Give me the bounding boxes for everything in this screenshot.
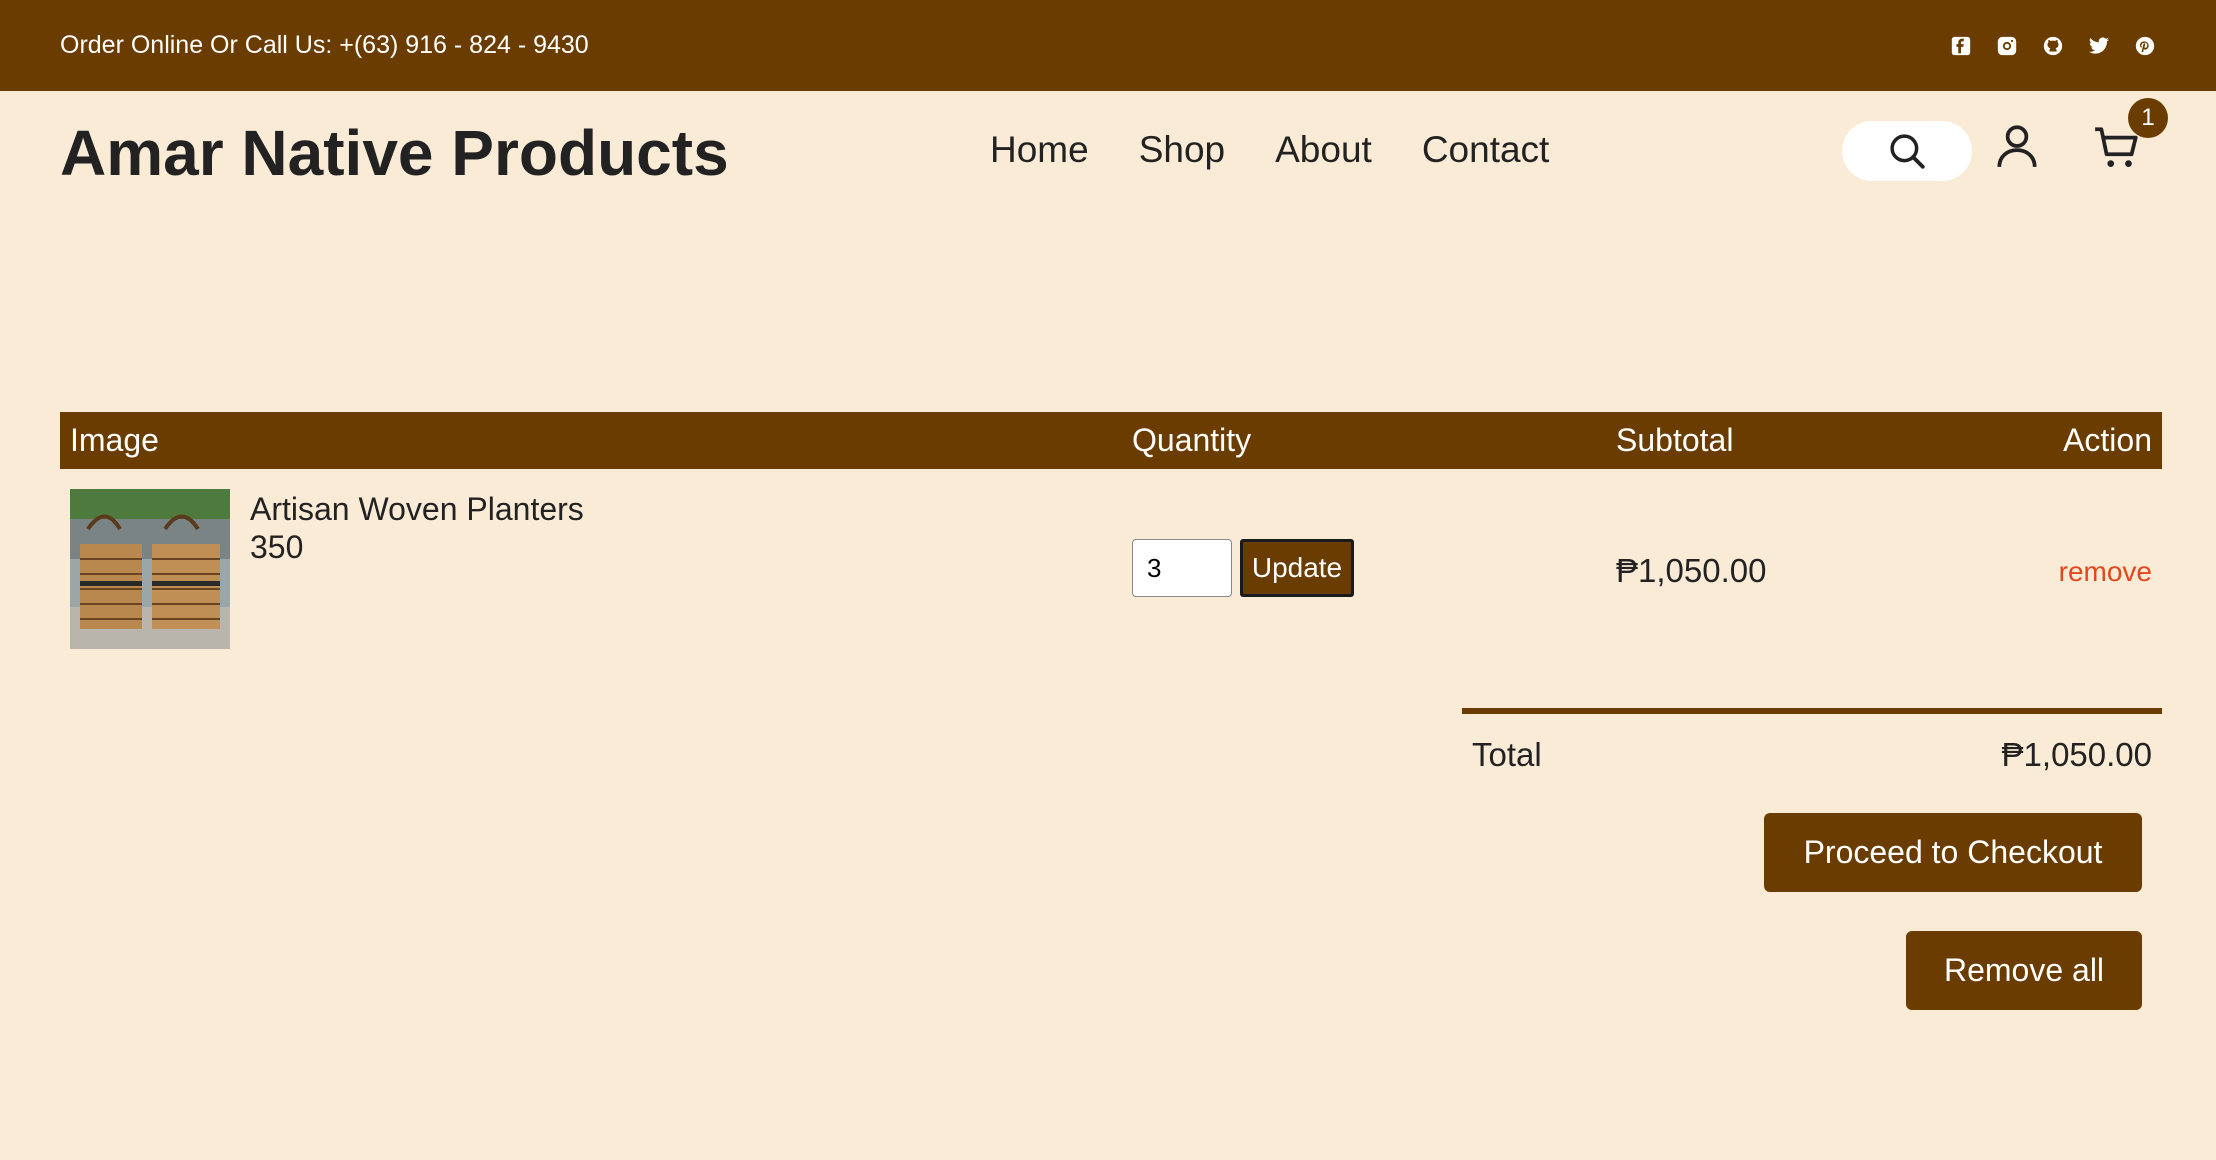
total-value: ₱1,050.00: [2001, 736, 2152, 773]
twitter-icon[interactable]: [2088, 35, 2110, 57]
update-button[interactable]: Update: [1240, 539, 1354, 597]
remove-item-link[interactable]: remove: [2059, 556, 2152, 588]
remove-all-button[interactable]: Remove all: [1906, 931, 2142, 1010]
item-subtotal: ₱1,050.00: [1616, 552, 1767, 589]
nav-contact[interactable]: Contact: [1422, 129, 1550, 171]
cart-count-badge: 1: [2128, 98, 2168, 138]
product-image: [70, 489, 230, 649]
facebook-icon[interactable]: [1950, 35, 1972, 57]
search-button[interactable]: [1842, 121, 1972, 181]
column-subtotal: Subtotal: [1616, 422, 1734, 458]
main-nav: Home Shop About Contact: [990, 129, 1549, 171]
top-bar: Order Online Or Call Us: +(63) 916 - 824…: [0, 0, 2216, 91]
site-header: Amar Native Products Home Shop About Con…: [0, 91, 2216, 211]
total-label: Total: [1472, 736, 1542, 773]
search-icon: [1890, 134, 1925, 169]
social-links: [1950, 35, 2156, 57]
pinterest-icon[interactable]: [2134, 35, 2156, 57]
column-action: Action: [2063, 422, 2152, 458]
column-image: Image: [70, 422, 159, 458]
quantity-input[interactable]: [1132, 539, 1232, 597]
table-row: Artisan Woven Planters 350 Update ₱1,050…: [60, 469, 2162, 659]
github-icon[interactable]: [2042, 35, 2064, 57]
site-logo[interactable]: Amar Native Products: [60, 116, 729, 190]
column-quantity: Quantity: [1132, 422, 1252, 458]
cart-total: Total ₱1,050.00: [1462, 708, 2162, 773]
nav-shop[interactable]: Shop: [1139, 129, 1225, 171]
checkout-button[interactable]: Proceed to Checkout: [1764, 813, 2142, 892]
user-icon[interactable]: [1992, 121, 2042, 171]
instagram-icon[interactable]: [1996, 35, 2018, 57]
cart-table: Image Quantity Subtotal Action Artisan W…: [60, 412, 2162, 659]
contact-text: Order Online Or Call Us: +(63) 916 - 824…: [60, 31, 589, 59]
nav-home[interactable]: Home: [990, 129, 1089, 171]
nav-about[interactable]: About: [1275, 129, 1372, 171]
table-header: Image Quantity Subtotal Action: [60, 412, 2162, 469]
product-price: 350: [250, 529, 304, 565]
product-name: Artisan Woven Planters: [250, 491, 584, 527]
